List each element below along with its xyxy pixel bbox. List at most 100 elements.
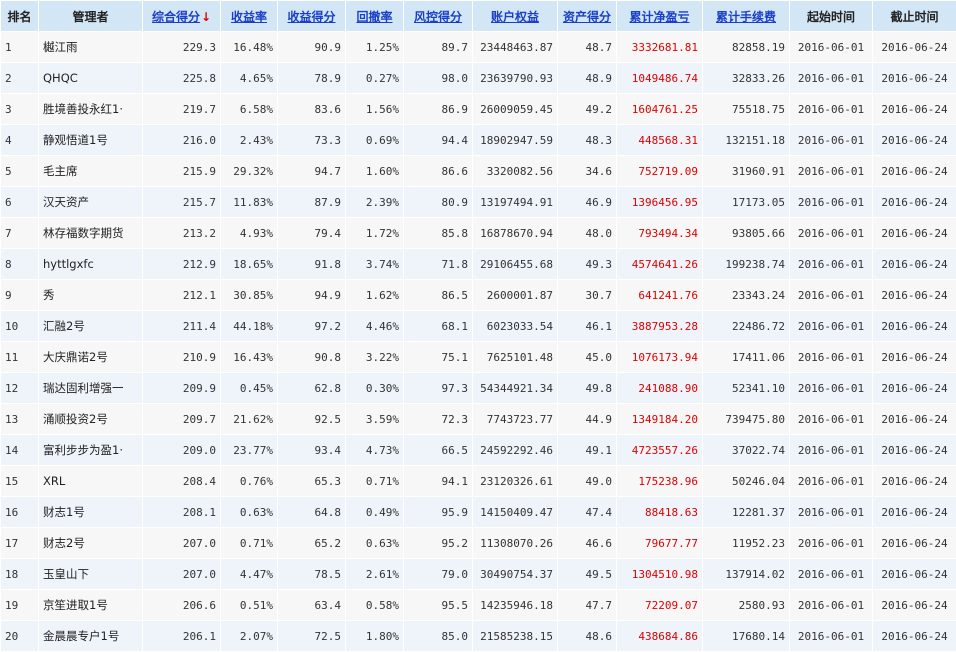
cell-end-time: 2016-06-24 (873, 590, 956, 621)
cell-end-time: 2016-06-24 (873, 466, 956, 497)
cell-composite-score: 208.1 (143, 497, 221, 528)
cell-rank: 1 (1, 32, 39, 63)
cell-asset-score: 49.3 (558, 249, 617, 280)
cell-drawdown: 2.39% (346, 187, 404, 218)
sort-risk-score-link[interactable]: 风控得分 (414, 10, 462, 24)
cell-start-time: 2016-06-01 (790, 404, 873, 435)
cell-return-rate: 4.47% (221, 559, 278, 590)
cell-manager: 财志2号 (39, 528, 143, 559)
cell-start-time: 2016-06-01 (790, 621, 873, 652)
cell-start-time: 2016-06-01 (790, 342, 873, 373)
cell-start-time: 2016-06-01 (790, 466, 873, 497)
cell-equity: 13197494.91 (473, 187, 558, 218)
cell-fees: 23343.24 (703, 280, 790, 311)
cell-risk-score: 95.5 (404, 590, 473, 621)
cell-start-time: 2016-06-01 (790, 311, 873, 342)
cell-net-pnl: 793494.34 (617, 218, 703, 249)
cell-end-time: 2016-06-24 (873, 156, 956, 187)
sort-return-score-link[interactable]: 收益得分 (287, 10, 335, 24)
cell-risk-score: 86.5 (404, 280, 473, 311)
cell-return-score: 78.5 (278, 559, 346, 590)
cell-rank: 12 (1, 373, 39, 404)
cell-return-score: 72.5 (278, 621, 346, 652)
cell-composite-score: 215.9 (143, 156, 221, 187)
cell-net-pnl: 88418.63 (617, 497, 703, 528)
cell-return-score: 90.9 (278, 32, 346, 63)
cell-equity: 30490754.37 (473, 559, 558, 590)
cell-equity: 23120326.61 (473, 466, 558, 497)
cell-risk-score: 98.0 (404, 63, 473, 94)
header-manager-label: 管理者 (72, 10, 108, 24)
cell-net-pnl: 752719.09 (617, 156, 703, 187)
cell-manager: 玉皇山下 (39, 559, 143, 590)
header-equity: 账户权益 (473, 1, 558, 32)
table-row: 18玉皇山下207.04.47%78.52.61%79.030490754.37… (1, 559, 956, 590)
cell-risk-score: 75.1 (404, 342, 473, 373)
cell-return-rate: 30.85% (221, 280, 278, 311)
cell-composite-score: 225.8 (143, 63, 221, 94)
cell-return-score: 93.4 (278, 435, 346, 466)
cell-manager: hyttlgxfc (39, 249, 143, 280)
cell-return-rate: 0.51% (221, 590, 278, 621)
cell-end-time: 2016-06-24 (873, 404, 956, 435)
cell-manager: 金晨晨专户1号 (39, 621, 143, 652)
cell-composite-score: 209.9 (143, 373, 221, 404)
cell-net-pnl: 1396456.95 (617, 187, 703, 218)
cell-composite-score: 212.1 (143, 280, 221, 311)
cell-fees: 17411.06 (703, 342, 790, 373)
cell-drawdown: 0.27% (346, 63, 404, 94)
sort-drawdown-link[interactable]: 回撤率 (356, 10, 392, 24)
header-risk-score: 风控得分 (404, 1, 473, 32)
cell-start-time: 2016-06-01 (790, 218, 873, 249)
cell-net-pnl: 1349184.20 (617, 404, 703, 435)
header-start-time: 起始时间 (790, 1, 873, 32)
cell-end-time: 2016-06-24 (873, 280, 956, 311)
cell-drawdown: 4.73% (346, 435, 404, 466)
cell-end-time: 2016-06-24 (873, 125, 956, 156)
cell-drawdown: 1.72% (346, 218, 404, 249)
cell-return-rate: 18.65% (221, 249, 278, 280)
sort-asset-score-link[interactable]: 资产得分 (563, 10, 611, 24)
cell-net-pnl: 1304510.98 (617, 559, 703, 590)
table-row: 10汇融2号211.444.18%97.24.46%68.16023033.54… (1, 311, 956, 342)
cell-net-pnl: 175238.96 (617, 466, 703, 497)
sort-return-rate-link[interactable]: 收益率 (231, 10, 267, 24)
cell-rank: 10 (1, 311, 39, 342)
header-fees: 累计手续费 (703, 1, 790, 32)
header-return-rate: 收益率 (221, 1, 278, 32)
sort-desc-arrow-icon[interactable]: ↓ (201, 10, 211, 24)
cell-start-time: 2016-06-01 (790, 590, 873, 621)
sort-net-pnl-link[interactable]: 累计净盈亏 (629, 10, 689, 24)
cell-end-time: 2016-06-24 (873, 94, 956, 125)
cell-equity: 7743723.77 (473, 404, 558, 435)
cell-drawdown: 0.71% (346, 466, 404, 497)
cell-asset-score: 46.9 (558, 187, 617, 218)
cell-return-score: 92.5 (278, 404, 346, 435)
cell-fees: 17173.05 (703, 187, 790, 218)
cell-rank: 17 (1, 528, 39, 559)
cell-asset-score: 49.1 (558, 435, 617, 466)
cell-composite-score: 206.6 (143, 590, 221, 621)
cell-manager: 汇融2号 (39, 311, 143, 342)
cell-composite-score: 207.0 (143, 528, 221, 559)
cell-rank: 6 (1, 187, 39, 218)
table-row: 13涌顺投资2号209.721.62%92.53.59%72.37743723.… (1, 404, 956, 435)
cell-fees: 75518.75 (703, 94, 790, 125)
cell-rank: 8 (1, 249, 39, 280)
cell-risk-score: 85.0 (404, 621, 473, 652)
table-row: 5毛主席215.929.32%94.71.60%86.63320082.5634… (1, 156, 956, 187)
sort-fees-link[interactable]: 累计手续费 (716, 10, 776, 24)
header-return-score: 收益得分 (278, 1, 346, 32)
cell-start-time: 2016-06-01 (790, 156, 873, 187)
cell-start-time: 2016-06-01 (790, 559, 873, 590)
cell-net-pnl: 3332681.81 (617, 32, 703, 63)
sort-equity-link[interactable]: 账户权益 (491, 10, 539, 24)
cell-asset-score: 47.7 (558, 590, 617, 621)
cell-risk-score: 79.0 (404, 559, 473, 590)
cell-rank: 20 (1, 621, 39, 652)
cell-manager: 富利步步为盈1· (39, 435, 143, 466)
header-composite-score: 综合得分↓ (143, 1, 221, 32)
cell-fees: 2580.93 (703, 590, 790, 621)
table-row: 6汉天资产215.711.83%87.92.39%80.913197494.91… (1, 187, 956, 218)
sort-composite-score-link[interactable]: 综合得分 (152, 10, 200, 24)
